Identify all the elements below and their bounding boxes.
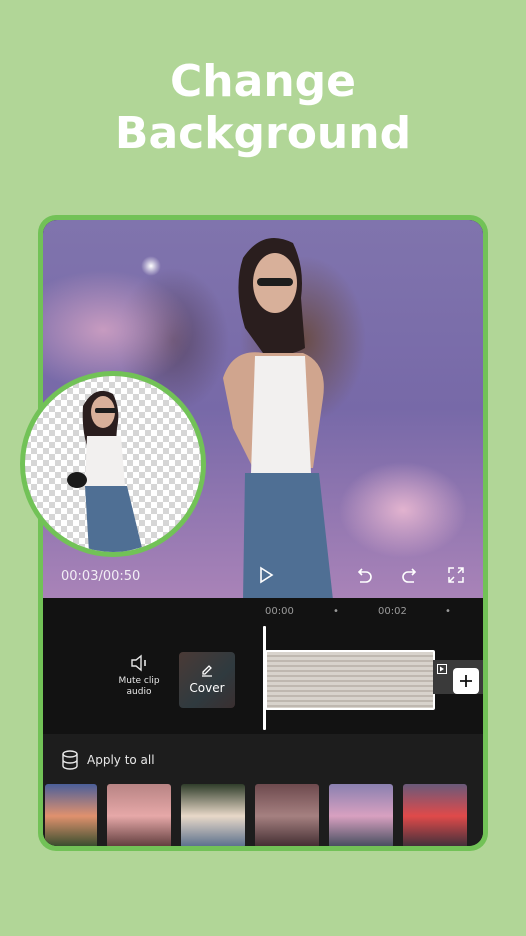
redo-icon xyxy=(402,568,417,583)
apply-to-all-label: Apply to all xyxy=(87,753,155,767)
background-thumbnail-sunset-clouds-field[interactable] xyxy=(45,784,97,846)
ruler-tick: • xyxy=(333,606,339,617)
cutout-person-image xyxy=(67,390,143,552)
background-thumbnail-pink-clouds-night[interactable] xyxy=(255,784,319,846)
apply-to-all-button[interactable]: Apply to all xyxy=(61,750,155,770)
headline: Change Background xyxy=(0,56,526,160)
fullscreen-button[interactable] xyxy=(443,562,469,588)
clip-frame xyxy=(322,652,378,708)
undo-button[interactable] xyxy=(351,562,377,588)
pencil-icon xyxy=(202,665,212,677)
headline-line-1: Change xyxy=(170,56,356,107)
mute-label-line-2: audio xyxy=(126,687,152,697)
headline-line-2: Background xyxy=(114,108,412,159)
video-clip[interactable] xyxy=(265,650,435,710)
person-image xyxy=(223,238,333,598)
cover-button[interactable]: Cover xyxy=(179,652,235,708)
mute-clip-audio-button[interactable]: Mute clip audio xyxy=(115,654,163,698)
clip-frame xyxy=(267,652,323,708)
playhead[interactable] xyxy=(263,626,266,730)
cutout-preview-circle xyxy=(20,371,206,557)
background-thumbnail-window-red-clouds[interactable] xyxy=(403,784,467,846)
play-icon xyxy=(260,566,274,584)
background-thumbnail-flowers-purple-sky[interactable] xyxy=(329,784,393,846)
undo-icon xyxy=(357,568,372,583)
ruler-tick: 00:02 xyxy=(378,606,407,617)
background-thumbnail-white-roses-dusk[interactable] xyxy=(181,784,245,846)
redo-button[interactable] xyxy=(397,562,423,588)
time-ruler: 00:00 • 00:02 • xyxy=(43,598,483,626)
sparkle-decoration xyxy=(141,256,161,276)
clip-frame xyxy=(377,652,433,708)
mute-label-line-1: Mute clip xyxy=(118,676,160,686)
speaker-icon xyxy=(131,654,146,672)
background-thumbnail-pink-roses[interactable] xyxy=(107,784,171,846)
ruler-tick: 00:00 xyxy=(265,606,294,617)
ruler-tick: • xyxy=(445,606,451,617)
play-button[interactable] xyxy=(253,562,279,588)
background-panel: Apply to all xyxy=(43,734,483,846)
background-thumbnails xyxy=(45,784,467,846)
time-readout: 00:03/00:50 xyxy=(61,569,141,584)
add-clip-button[interactable] xyxy=(453,668,479,694)
plus-icon xyxy=(460,675,472,687)
layers-icon xyxy=(62,750,78,770)
fullscreen-icon xyxy=(448,567,464,583)
timeline[interactable]: Mute clip audio Cover xyxy=(43,626,483,734)
video-icon xyxy=(437,664,447,674)
cover-label: Cover xyxy=(189,681,225,695)
